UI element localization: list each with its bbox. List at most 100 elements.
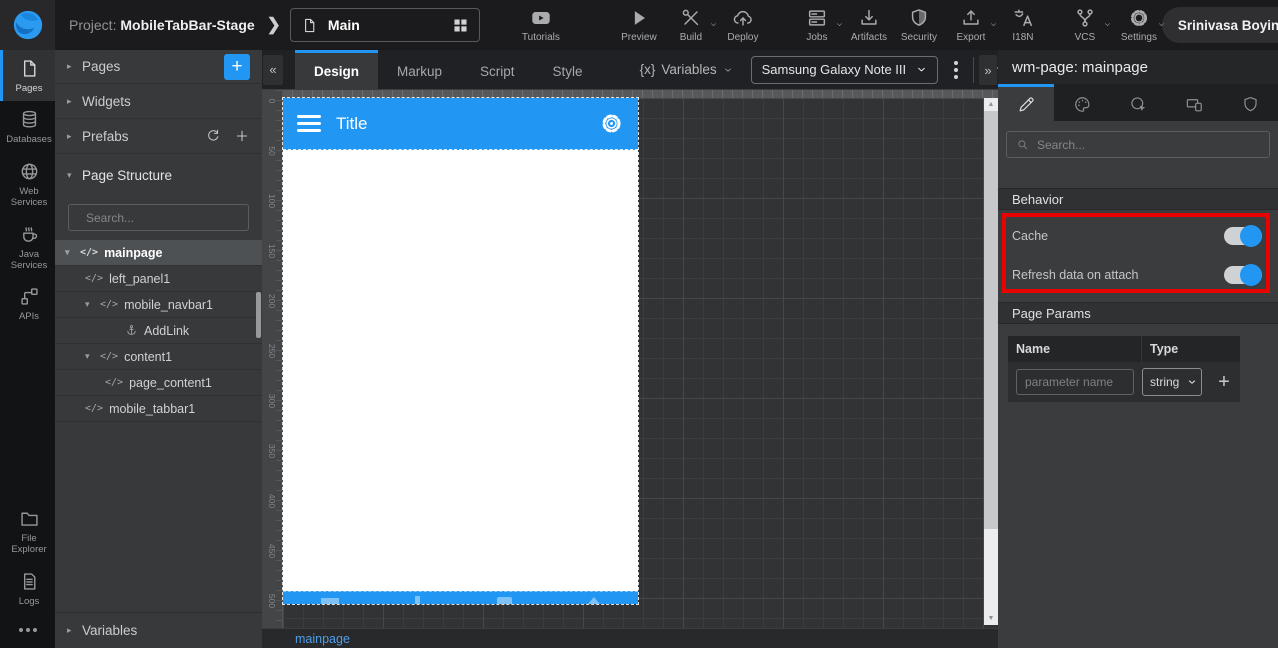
- design-canvas[interactable]: 0 50 100 150 200 250 300 350 400 450 500…: [262, 90, 998, 628]
- tutorials-button[interactable]: Tutorials: [518, 7, 564, 43]
- page-icon: [304, 18, 315, 32]
- collapse-arrow-icon[interactable]: ▾: [65, 247, 80, 258]
- tab-script[interactable]: Script: [461, 50, 534, 90]
- collapse-arrow-icon[interactable]: ▾: [85, 351, 100, 362]
- variables-dropdown[interactable]: {x} Variables: [640, 62, 733, 77]
- tree-scrollbar[interactable]: [256, 292, 261, 338]
- app-logo[interactable]: [0, 0, 55, 50]
- tree-item-mainpage[interactable]: ▾ </> mainpage: [55, 240, 262, 266]
- behavior-section-header[interactable]: Behavior: [998, 188, 1278, 210]
- canvas-scrollbar[interactable]: ▲ ▼: [984, 98, 998, 625]
- section-prefabs[interactable]: ▸ Prefabs: [55, 119, 262, 154]
- rail-item-web-services[interactable]: Web Services: [0, 153, 55, 216]
- refresh-icon[interactable]: [205, 128, 221, 144]
- scroll-up-icon[interactable]: ▲: [984, 98, 998, 111]
- tree-item-addlink[interactable]: AddLink: [55, 318, 262, 344]
- tab-style[interactable]: Style: [534, 50, 602, 90]
- rail-item-file-explorer[interactable]: File Explorer: [0, 500, 55, 563]
- rail-item-logs[interactable]: Logs: [0, 563, 55, 614]
- tree-item-page-content1[interactable]: </> page_content1: [55, 370, 262, 396]
- tree-item-left-panel1[interactable]: </> left_panel1: [55, 266, 262, 292]
- user-menu[interactable]: Srinivasa Boyina SB: [1161, 7, 1278, 43]
- chevron-down-icon: [1188, 380, 1196, 384]
- scrollbar-thumb[interactable]: [984, 111, 998, 529]
- add-prefab-icon[interactable]: [234, 128, 250, 144]
- chevron-down-icon[interactable]: [1103, 20, 1112, 29]
- tree-item-mobile-navbar1[interactable]: ▾ </> mobile_navbar1: [55, 292, 262, 318]
- page-selector[interactable]: Main: [289, 8, 480, 42]
- mobile-navbar-widget[interactable]: Title: [283, 98, 638, 150]
- properties-search[interactable]: [1006, 131, 1270, 158]
- collapse-left-panel-button[interactable]: «: [263, 54, 283, 85]
- chevron-down-icon[interactable]: [835, 20, 844, 29]
- add-page-button[interactable]: +: [224, 53, 250, 80]
- tree-item-mobile-tabbar1[interactable]: </> mobile_tabbar1: [55, 396, 262, 422]
- expand-arrow-icon[interactable]: ▸: [67, 61, 82, 72]
- selected-widget-title: wm-page: mainpage: [1012, 58, 1148, 76]
- expand-arrow-icon[interactable]: ▸: [67, 96, 82, 107]
- section-label: Pages: [82, 59, 121, 74]
- properties-search-input[interactable]: [1037, 137, 1260, 152]
- section-pages[interactable]: ▸ Pages +: [55, 50, 262, 84]
- tab-security[interactable]: [1222, 84, 1278, 121]
- horizontal-ruler: [262, 90, 998, 98]
- deploy-button[interactable]: Deploy: [720, 7, 766, 43]
- hamburger-menu-icon[interactable]: [297, 115, 321, 132]
- mobile-tabbar-widget[interactable]: [283, 591, 638, 604]
- mobile-gear-icon[interactable]: [599, 111, 624, 136]
- tab-properties[interactable]: [998, 84, 1054, 121]
- tab-design[interactable]: Design: [295, 49, 379, 90]
- breadcrumb-chevron-icon[interactable]: ❯: [267, 15, 281, 35]
- expand-right-panel-button[interactable]: »: [979, 55, 997, 85]
- i18n-button[interactable]: I18N: [1000, 7, 1046, 43]
- collapse-arrow-icon[interactable]: ▾: [85, 299, 100, 310]
- preview-button[interactable]: Preview: [616, 7, 662, 43]
- settings-button[interactable]: Settings: [1116, 7, 1164, 43]
- artifacts-button[interactable]: Artifacts: [846, 7, 892, 43]
- structure-search-input[interactable]: [86, 210, 241, 225]
- kebab-menu-icon[interactable]: [954, 60, 959, 79]
- rail-item-java-services[interactable]: Java Services: [0, 216, 55, 279]
- chevron-down-icon[interactable]: [1157, 20, 1166, 29]
- rail-item-databases[interactable]: Databases: [0, 101, 55, 152]
- vcs-button[interactable]: VCS: [1062, 7, 1110, 43]
- open-page-tab[interactable]: mainpage: [295, 632, 350, 646]
- param-name-input[interactable]: [1016, 369, 1134, 395]
- chevron-down-icon[interactable]: [989, 20, 998, 29]
- param-type-select[interactable]: string: [1142, 368, 1202, 396]
- tree-item-content1[interactable]: ▾ </> content1: [55, 344, 262, 370]
- tab-events[interactable]: [1110, 84, 1166, 121]
- tab-label: Markup: [397, 63, 443, 79]
- security-button[interactable]: Security: [896, 7, 942, 43]
- pages-grid-icon[interactable]: [452, 17, 469, 34]
- section-widgets[interactable]: ▸ Widgets: [55, 84, 262, 119]
- device-select[interactable]: Samsung Galaxy Note III: [750, 55, 939, 84]
- build-button[interactable]: Build: [668, 7, 716, 43]
- rail-item-pages[interactable]: Pages: [0, 50, 55, 102]
- add-param-button[interactable]: +: [1208, 371, 1240, 394]
- rail-label: Logs: [18, 595, 40, 607]
- tab-styles[interactable]: [1054, 84, 1110, 121]
- expand-arrow-icon[interactable]: ▸: [67, 625, 82, 636]
- cache-toggle[interactable]: [1224, 224, 1262, 247]
- collapse-arrow-icon[interactable]: ▾: [67, 170, 82, 181]
- expand-arrow-icon[interactable]: ▸: [67, 131, 82, 142]
- rail-more-button[interactable]: [0, 614, 55, 648]
- structure-search[interactable]: [68, 204, 249, 231]
- scroll-down-icon[interactable]: ▼: [984, 612, 998, 625]
- refresh-data-toggle[interactable]: [1224, 263, 1262, 286]
- tab-devices[interactable]: [1166, 84, 1222, 121]
- jobs-button[interactable]: Jobs: [794, 7, 842, 43]
- page-params-section-header[interactable]: Page Params: [998, 302, 1278, 324]
- rail-item-apis[interactable]: APIs: [0, 278, 55, 329]
- tab-icon-partial: [496, 597, 512, 604]
- section-variables[interactable]: ▸ Variables: [55, 612, 262, 648]
- deploy-icon: [733, 10, 752, 26]
- section-page-structure[interactable]: ▾ Page Structure: [55, 154, 262, 196]
- tab-markup[interactable]: Markup: [378, 50, 461, 90]
- chevron-down-icon[interactable]: [709, 20, 718, 29]
- export-button[interactable]: Export: [948, 7, 996, 43]
- device-preview[interactable]: Title: [282, 97, 639, 605]
- code-icon: </>: [85, 273, 104, 284]
- ruler-number: 150: [267, 243, 277, 259]
